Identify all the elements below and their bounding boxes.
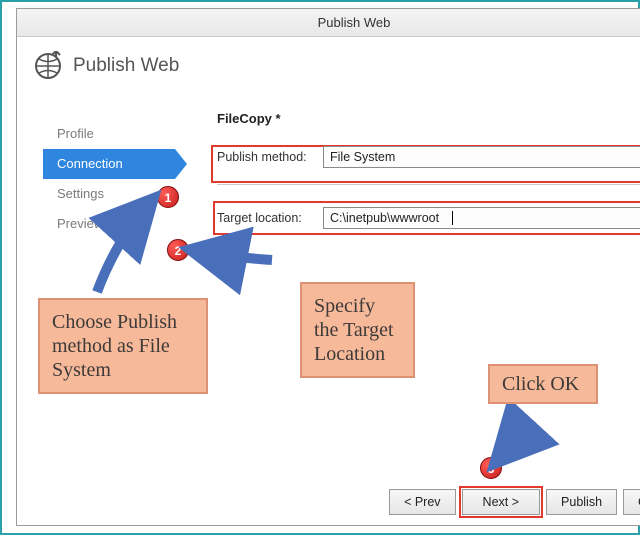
row-publish-method: Publish method:: [217, 144, 640, 170]
publish-button[interactable]: Publish: [546, 489, 617, 515]
step-profile[interactable]: Profile: [43, 119, 175, 149]
step-settings[interactable]: Settings: [43, 179, 175, 209]
label-publish-method: Publish method:: [217, 150, 323, 164]
main-panel: FileCopy * Publish method: Target locati…: [217, 111, 640, 231]
canvas: Publish Web ? Publish Web Profile Connec…: [0, 0, 640, 535]
target-location-input[interactable]: [323, 207, 640, 229]
prev-button[interactable]: < Prev: [389, 489, 455, 515]
publish-method-combo[interactable]: [323, 146, 640, 168]
next-button[interactable]: Next >: [462, 489, 540, 515]
wizard-steps: Profile Connection Settings Preview: [43, 119, 175, 239]
dialog-title: Publish Web: [73, 55, 179, 77]
button-bar: < Prev Next > Publish Close: [389, 489, 640, 515]
publish-method-value[interactable]: [323, 146, 640, 168]
dialog-window: Publish Web ? Publish Web Profile Connec…: [16, 8, 640, 526]
window-title: Publish Web: [17, 9, 640, 37]
label-target-location: Target location:: [217, 211, 323, 225]
text-caret: [452, 211, 453, 225]
step-preview[interactable]: Preview: [43, 209, 175, 239]
dialog-header: Publish Web: [33, 51, 179, 81]
separator: [217, 184, 640, 185]
profile-name: FileCopy *: [217, 111, 640, 126]
close-button[interactable]: Close: [623, 489, 640, 515]
step-connection[interactable]: Connection: [43, 149, 175, 179]
row-target-location: Target location:: [217, 205, 640, 231]
globe-upload-icon: [33, 51, 63, 81]
title-bar: Publish Web ?: [17, 9, 640, 37]
